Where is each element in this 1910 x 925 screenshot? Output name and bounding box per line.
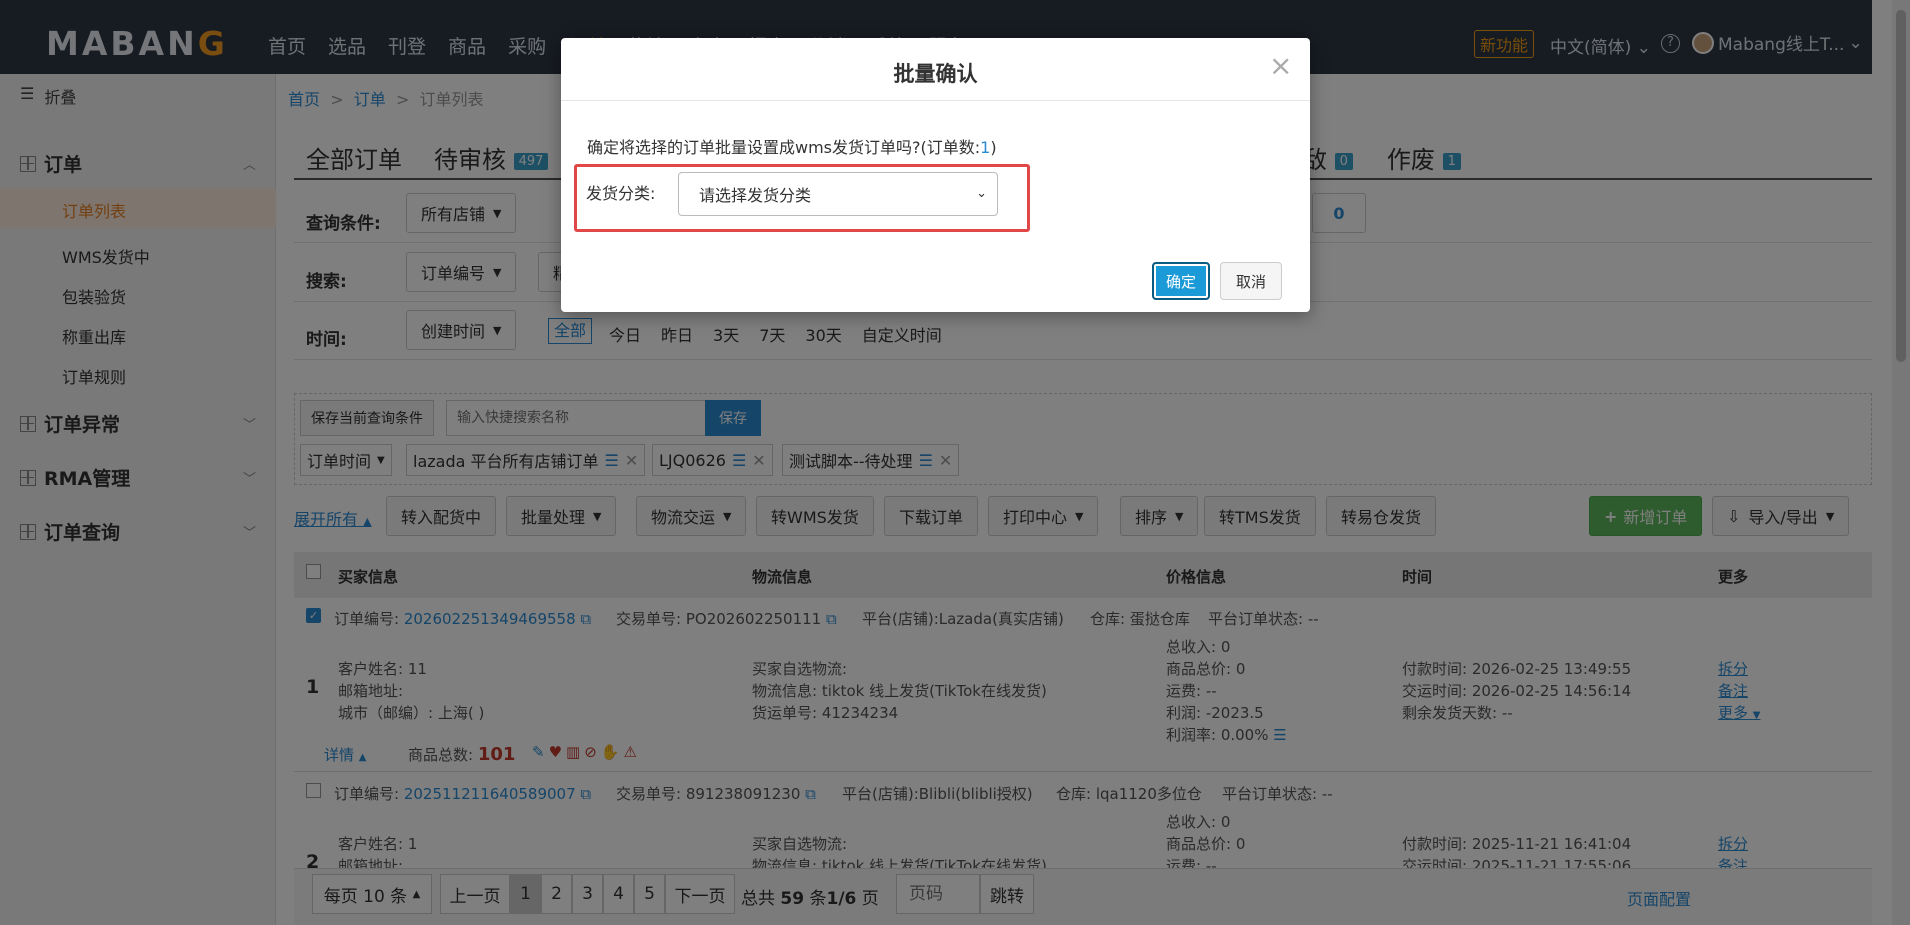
dialog-divider [561,100,1310,101]
confirm-button[interactable]: 确定 [1152,262,1210,300]
page: MABANG 首页 选品 刊登 商品 采购 订单 物流 仓库 报表 分销 系统 … [0,0,1910,925]
cancel-button[interactable]: 取消 [1220,262,1282,300]
dialog-message: 确定将选择的订单批量设置成wms发货订单吗?(订单数:1) [587,138,997,157]
chevron-down-icon: ⌄ [976,186,987,201]
dialog-title: 批量确认 [893,62,978,86]
order-count: 1 [980,138,991,157]
shipping-category-label: 发货分类: [586,184,656,203]
shipping-category-select[interactable]: 请选择发货分类 ⌄ [678,172,998,216]
close-icon[interactable]: × [1269,52,1292,80]
batch-confirm-dialog: 批量确认 × 确定将选择的订单批量设置成wms发货订单吗?(订单数:1) 发货分… [561,38,1310,312]
